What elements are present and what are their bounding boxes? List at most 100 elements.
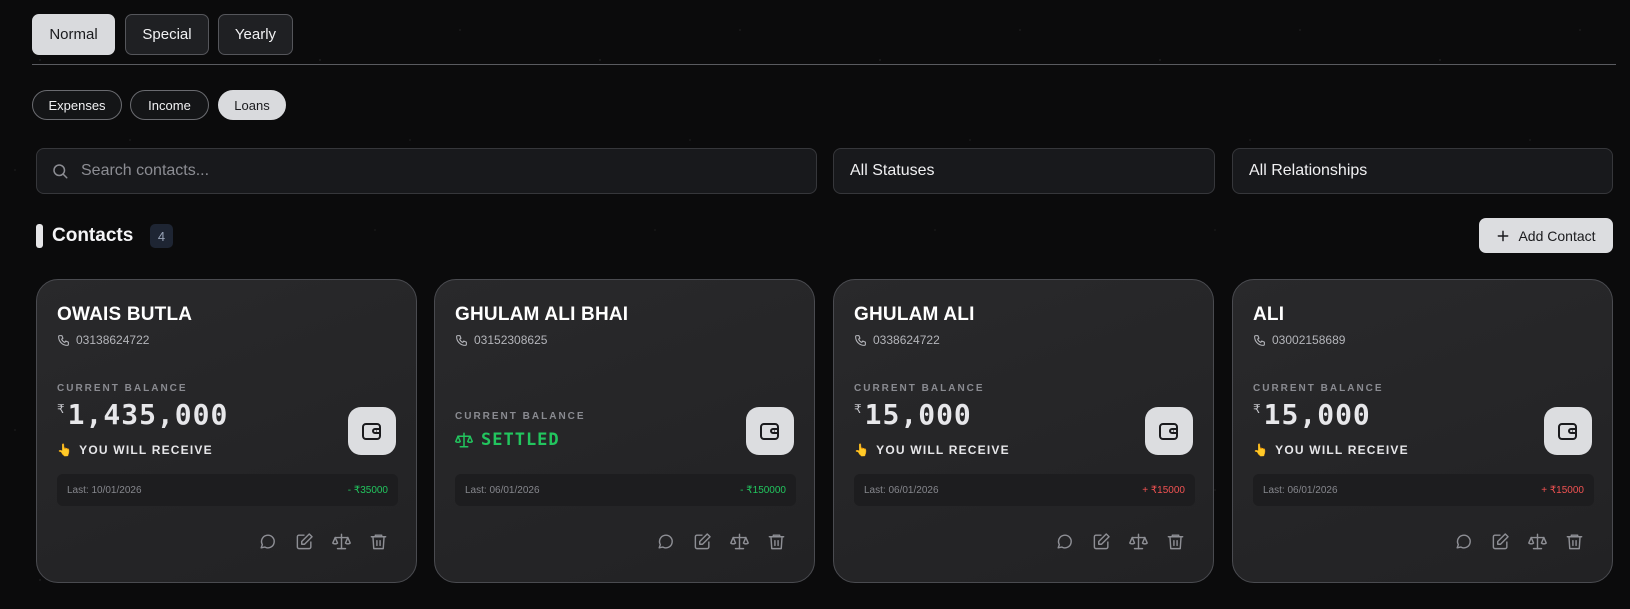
last-transaction: Last: 06/01/2026 + ₹15000 [1253, 474, 1594, 506]
status-select[interactable]: All Statuses [833, 148, 1215, 194]
balance-status: 👆 YOU WILL RECEIVE [1253, 443, 1409, 457]
section-accent-bar [36, 224, 43, 248]
phone-number: 03152308625 [474, 333, 548, 347]
relationship-select-value: All Relationships [1249, 162, 1368, 179]
balance-amount: ₹ 15,000 [854, 398, 972, 431]
edit-icon[interactable] [1491, 532, 1510, 551]
balance-amount: ₹ 15,000 [1253, 398, 1371, 431]
wallet-button[interactable] [1145, 407, 1193, 455]
trash-icon[interactable] [767, 532, 786, 551]
subtab-loans[interactable]: Loans [218, 90, 286, 120]
contact-card[interactable]: OWAIS BUTLA 03138624722 CURRENT BALANCE … [36, 279, 417, 583]
status-text: YOU WILL RECEIVE [876, 443, 1010, 457]
balance-label: CURRENT BALANCE [57, 383, 188, 394]
wallet-icon [1556, 419, 1580, 443]
last-change: - ₹150000 [740, 484, 786, 496]
card-actions [656, 532, 786, 551]
balance-label: CURRENT BALANCE [1253, 383, 1384, 394]
phone-icon [1253, 334, 1266, 347]
search-field[interactable] [36, 148, 817, 194]
contact-name: OWAIS BUTLA [57, 304, 193, 325]
contact-card[interactable]: ALI 03002158689 CURRENT BALANCE ₹ 15,000… [1232, 279, 1613, 583]
edit-icon[interactable] [693, 532, 712, 551]
currency-symbol: ₹ [57, 402, 65, 416]
balance-status: 👆 YOU WILL RECEIVE [57, 443, 213, 457]
phone-number: 03138624722 [76, 333, 150, 347]
subtab-expenses[interactable]: Expenses [32, 90, 122, 120]
card-actions [1454, 532, 1584, 551]
tabs-divider [32, 64, 1616, 65]
wallet-icon [1157, 419, 1181, 443]
status-text: YOU WILL RECEIVE [79, 443, 213, 457]
section-title: Contacts [52, 225, 134, 246]
contact-name: GHULAM ALI BHAI [455, 304, 629, 325]
phone-icon [57, 334, 70, 347]
message-icon[interactable] [258, 532, 277, 551]
trash-icon[interactable] [1565, 532, 1584, 551]
subtab-income[interactable]: Income [130, 90, 209, 120]
scale-icon[interactable] [1129, 532, 1148, 551]
contact-phone: 03002158689 [1253, 333, 1345, 347]
wallet-icon [758, 419, 782, 443]
scale-icon[interactable] [332, 532, 351, 551]
wallet-icon [360, 419, 384, 443]
card-actions [1055, 532, 1185, 551]
last-change: + ₹15000 [1541, 484, 1584, 496]
contact-name: ALI [1253, 304, 1285, 325]
currency-symbol: ₹ [854, 402, 862, 416]
pointing-hand-icon: 👆 [57, 443, 74, 457]
tab-special[interactable]: Special [125, 14, 209, 55]
contact-phone: 0338624722 [854, 333, 940, 347]
wallet-button[interactable] [746, 407, 794, 455]
balance-label: CURRENT BALANCE [455, 411, 586, 422]
contact-name: GHULAM ALI [854, 304, 975, 325]
scale-icon[interactable] [730, 532, 749, 551]
message-icon[interactable] [656, 532, 675, 551]
search-icon [51, 162, 69, 180]
balance-amount: ₹ 1,435,000 [57, 398, 228, 431]
tab-normal[interactable]: Normal [32, 14, 115, 55]
message-icon[interactable] [1454, 532, 1473, 551]
status-text: YOU WILL RECEIVE [1275, 443, 1409, 457]
trash-icon[interactable] [1166, 532, 1185, 551]
add-contact-label: Add Contact [1518, 227, 1596, 244]
last-transaction: Last: 10/01/2026 - ₹35000 [57, 474, 398, 506]
pointing-hand-icon: 👆 [1253, 443, 1270, 457]
tab-yearly[interactable]: Yearly [218, 14, 293, 55]
phone-icon [854, 334, 867, 347]
last-transaction: Last: 06/01/2026 + ₹15000 [854, 474, 1195, 506]
edit-icon[interactable] [1092, 532, 1111, 551]
last-date: Last: 06/01/2026 [1263, 484, 1338, 496]
amount-value: 1,435,000 [67, 398, 229, 431]
last-date: Last: 10/01/2026 [67, 484, 142, 496]
edit-icon[interactable] [295, 532, 314, 551]
wallet-button[interactable] [348, 407, 396, 455]
balance-status: 👆 YOU WILL RECEIVE [854, 443, 1010, 457]
phone-number: 03002158689 [1272, 333, 1346, 347]
scale-icon[interactable] [1528, 532, 1547, 551]
currency-symbol: ₹ [1253, 402, 1261, 416]
last-change: - ₹35000 [347, 484, 388, 496]
settled-status: SETTLED [455, 430, 560, 450]
contact-phone: 03152308625 [455, 333, 547, 347]
status-select-value: All Statuses [850, 162, 935, 179]
contact-phone: 03138624722 [57, 333, 149, 347]
contact-card[interactable]: GHULAM ALI 0338624722 CURRENT BALANCE ₹ … [833, 279, 1214, 583]
add-contact-button[interactable]: Add Contact [1479, 218, 1613, 253]
message-icon[interactable] [1055, 532, 1074, 551]
relationship-select[interactable]: All Relationships [1232, 148, 1613, 194]
phone-number: 0338624722 [873, 333, 940, 347]
settled-text: SETTLED [481, 430, 560, 450]
search-input[interactable] [79, 161, 816, 181]
trash-icon[interactable] [369, 532, 388, 551]
last-date: Last: 06/01/2026 [864, 484, 939, 496]
contact-card[interactable]: GHULAM ALI BHAI 03152308625 CURRENT BALA… [434, 279, 815, 583]
amount-value: 15,000 [1263, 398, 1371, 431]
card-actions [258, 532, 388, 551]
last-transaction: Last: 06/01/2026 - ₹150000 [455, 474, 796, 506]
amount-value: 15,000 [864, 398, 972, 431]
balance-label: CURRENT BALANCE [854, 383, 985, 394]
wallet-button[interactable] [1544, 407, 1592, 455]
contacts-count-badge: 4 [150, 224, 173, 248]
phone-icon [455, 334, 468, 347]
